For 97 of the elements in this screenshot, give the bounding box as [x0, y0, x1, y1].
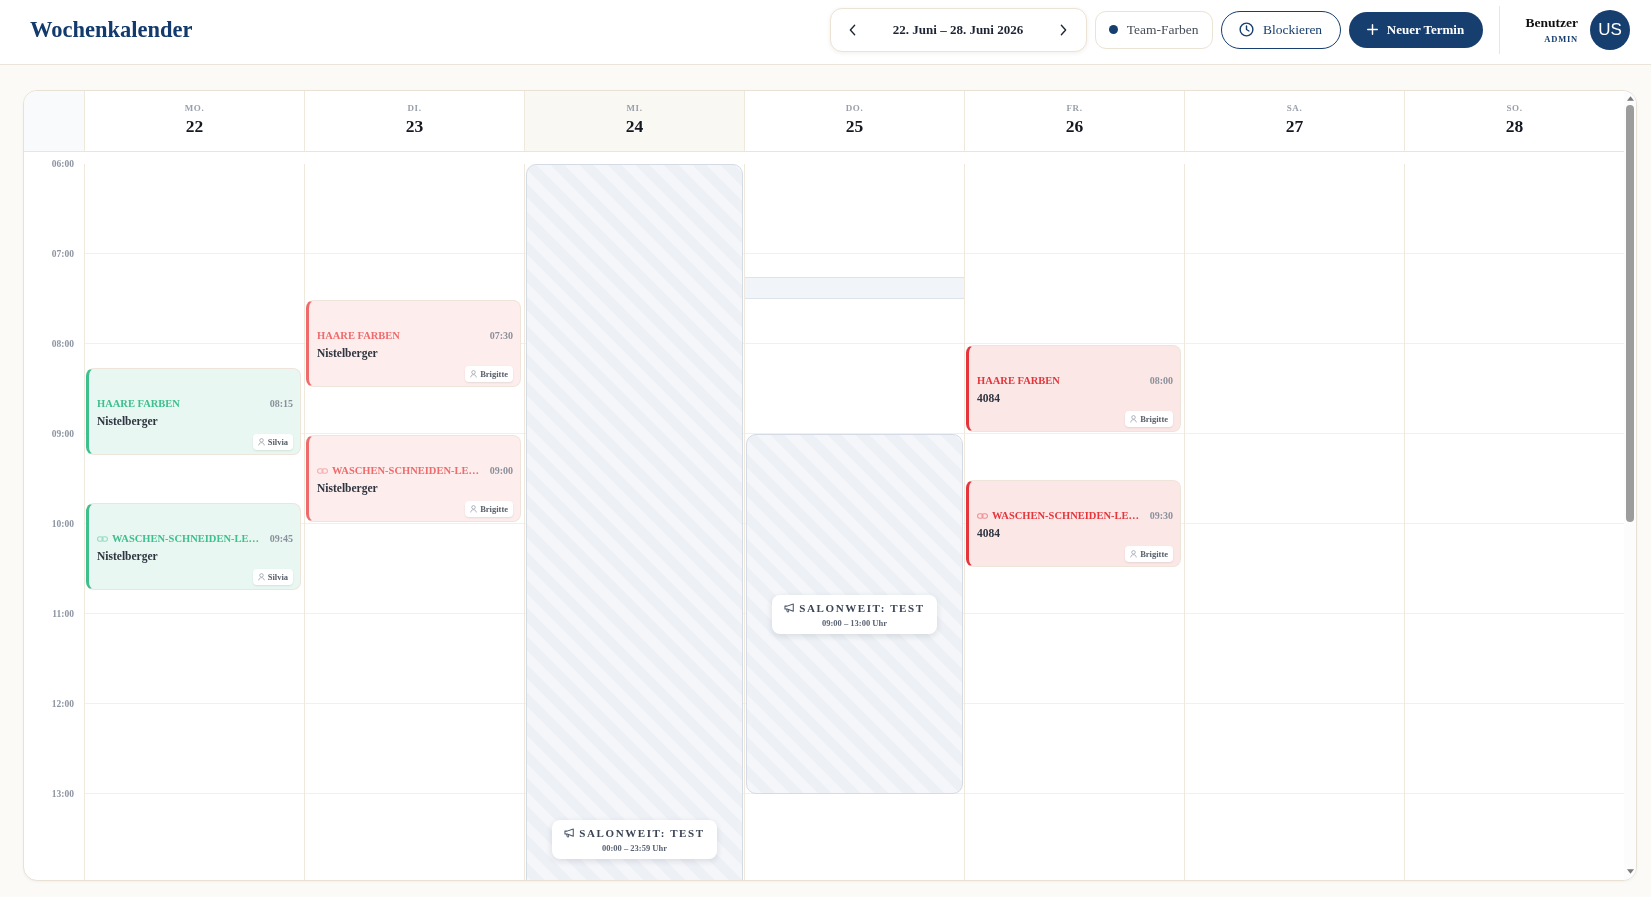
scrollbar[interactable]: [1624, 91, 1636, 880]
date-range: 22. Juni – 28. Juni 2026: [892, 21, 1024, 38]
link-icon: [977, 513, 988, 519]
link-icon: [317, 468, 328, 474]
day-number: 23: [405, 116, 424, 136]
day-header[interactable]: MI. 24: [524, 91, 744, 151]
block-title: SALONWEIT: TEST: [579, 826, 705, 839]
day-column[interactable]: HAARE FARBEN 08:15 Nistelberger Silvia WASCHEN-SCHNEIDEN-LE… 09:45 Nistelberger Silvia: [84, 164, 304, 880]
clock-icon: [1238, 22, 1254, 37]
appointment-title: HAARE FARBEN: [977, 375, 1060, 387]
weekday-label: MI.: [626, 103, 643, 113]
weekday-label: DI.: [407, 103, 422, 113]
person-icon: [470, 505, 478, 513]
plus-icon: [1366, 24, 1378, 35]
appointment-title: WASCHEN-SCHNEIDEN-LE…: [112, 532, 260, 545]
appointment-title: WASCHEN-SCHNEIDEN-LE…: [332, 465, 480, 477]
megaphone-icon: [564, 827, 576, 838]
staff-name: Brigitte: [480, 369, 508, 379]
hour-label: 07:00: [51, 248, 74, 260]
day-number: 26: [1065, 116, 1084, 136]
hour-label: 10:00: [51, 518, 74, 530]
client-name: 4084: [977, 392, 1001, 405]
staff-name: Brigitte: [480, 504, 508, 514]
block-time: 00:00 – 23:59 Uhr: [602, 842, 667, 853]
appointment-card[interactable]: WASCHEN-SCHNEIDEN-LE… 09:00 Nistelberger Brigitte: [306, 435, 521, 522]
client-name: Nistelberger: [317, 347, 379, 360]
appointment-time: 07:30: [489, 330, 513, 342]
block-time-button[interactable]: Blockieren: [1220, 10, 1341, 49]
page-title: Wochenkalender: [30, 16, 193, 43]
weekday-label: SA.: [1286, 103, 1303, 113]
appointment-title: HAARE FARBEN: [97, 397, 180, 410]
scroll-down-arrow-icon: [1626, 869, 1634, 874]
weekday-label: DO.: [845, 103, 864, 113]
day-header[interactable]: SO. 28: [1404, 91, 1624, 151]
weekday-label: SO.: [1506, 103, 1523, 113]
hour-label: 09:00: [51, 428, 74, 440]
link-icon: [97, 535, 108, 542]
team-colors-button[interactable]: Team-Farben: [1094, 10, 1213, 49]
user-role: ADMIN: [1544, 34, 1578, 44]
chevron-left-icon: [849, 23, 856, 36]
hour-label: 13:00: [51, 788, 74, 800]
day-column[interactable]: SALONWEIT: TEST 00:00 – 23:59 Uhr: [524, 164, 744, 880]
hour-label: 08:00: [51, 338, 74, 350]
person-icon: [257, 572, 265, 581]
staff-name: Brigitte: [1140, 414, 1168, 424]
megaphone-icon: [784, 602, 796, 613]
appointment-card[interactable]: WASCHEN-SCHNEIDEN-LE… 09:45 Nistelberger Silvia: [86, 502, 301, 590]
client-name: Nistelberger: [317, 482, 379, 495]
appointment-title: WASCHEN-SCHNEIDEN-LE…: [992, 510, 1140, 522]
day-column[interactable]: HAARE FARBEN 07:30 Nistelberger Brigitte WASCHEN-SCHNEIDEN-LE… 09:00 Nistelberger Brigitte: [304, 164, 524, 880]
new-appointment-button[interactable]: Neuer Termin: [1348, 11, 1483, 48]
appointment-time: 09:00: [489, 465, 513, 477]
hour-label: 06:00: [51, 158, 74, 170]
user-avatar[interactable]: US: [1590, 9, 1630, 50]
user-name: Benutzer: [1525, 15, 1578, 31]
staff-name: Silvia: [267, 571, 288, 582]
day-header[interactable]: SA. 27: [1184, 91, 1404, 151]
day-header[interactable]: DO. 25: [744, 91, 964, 151]
weekday-label: FR.: [1066, 103, 1083, 113]
block-title: SALONWEIT: TEST: [799, 601, 925, 614]
day-number: 25: [845, 116, 864, 136]
appointment-card[interactable]: WASCHEN-SCHNEIDEN-LE… 09:30 4084 Brigitte: [966, 480, 1181, 567]
day-number: 24: [625, 116, 644, 136]
appointment-time: 08:00: [1149, 375, 1173, 387]
person-icon: [470, 370, 478, 378]
day-column[interactable]: SALONWEIT: TEST 09:00 – 13:00 Uhr: [744, 164, 964, 880]
block-time: 09:00 – 13:00 Uhr: [822, 617, 887, 628]
day-header[interactable]: FR. 26: [964, 91, 1184, 151]
client-name: Nistelberger: [97, 549, 159, 563]
scroll-up-arrow-icon: [1626, 96, 1634, 101]
appointment-card[interactable]: HAARE FARBEN 08:15 Nistelberger Silvia: [86, 367, 301, 455]
day-number: 28: [1505, 116, 1524, 136]
day-header[interactable]: MO. 22: [84, 91, 304, 151]
day-number: 22: [185, 116, 204, 136]
dot-icon: [1108, 25, 1118, 34]
scrollbar-thumb[interactable]: [1626, 105, 1634, 522]
staff-name: Brigitte: [1140, 549, 1168, 559]
weekday-label: MO.: [184, 103, 205, 113]
appointment-card[interactable]: HAARE FARBEN 07:30 Nistelberger Brigitte: [306, 300, 521, 387]
day-number: 27: [1285, 116, 1304, 136]
hour-label: 11:00: [52, 608, 74, 620]
client-name: 4084: [977, 527, 1001, 540]
hour-label: 12:00: [51, 698, 74, 710]
selected-time-slot[interactable]: [745, 276, 964, 299]
chevron-right-icon: [1060, 23, 1067, 36]
appointment-time: 09:30: [1149, 510, 1173, 522]
day-header[interactable]: DI. 23: [304, 91, 524, 151]
person-icon: [1130, 415, 1138, 423]
client-name: Nistelberger: [97, 414, 159, 428]
appointment-card[interactable]: HAARE FARBEN 08:00 4084 Brigitte: [966, 345, 1181, 432]
appointment-time: 08:15: [269, 397, 293, 410]
person-icon: [257, 437, 265, 446]
person-icon: [1130, 550, 1138, 558]
staff-name: Silvia: [267, 436, 288, 447]
day-column[interactable]: HAARE FARBEN 08:00 4084 Brigitte WASCHEN-SCHNEIDEN-LE… 09:30 4084 Brigitte: [964, 164, 1184, 880]
appointment-title: HAARE FARBEN: [317, 330, 400, 342]
appointment-time: 09:45: [269, 532, 293, 545]
